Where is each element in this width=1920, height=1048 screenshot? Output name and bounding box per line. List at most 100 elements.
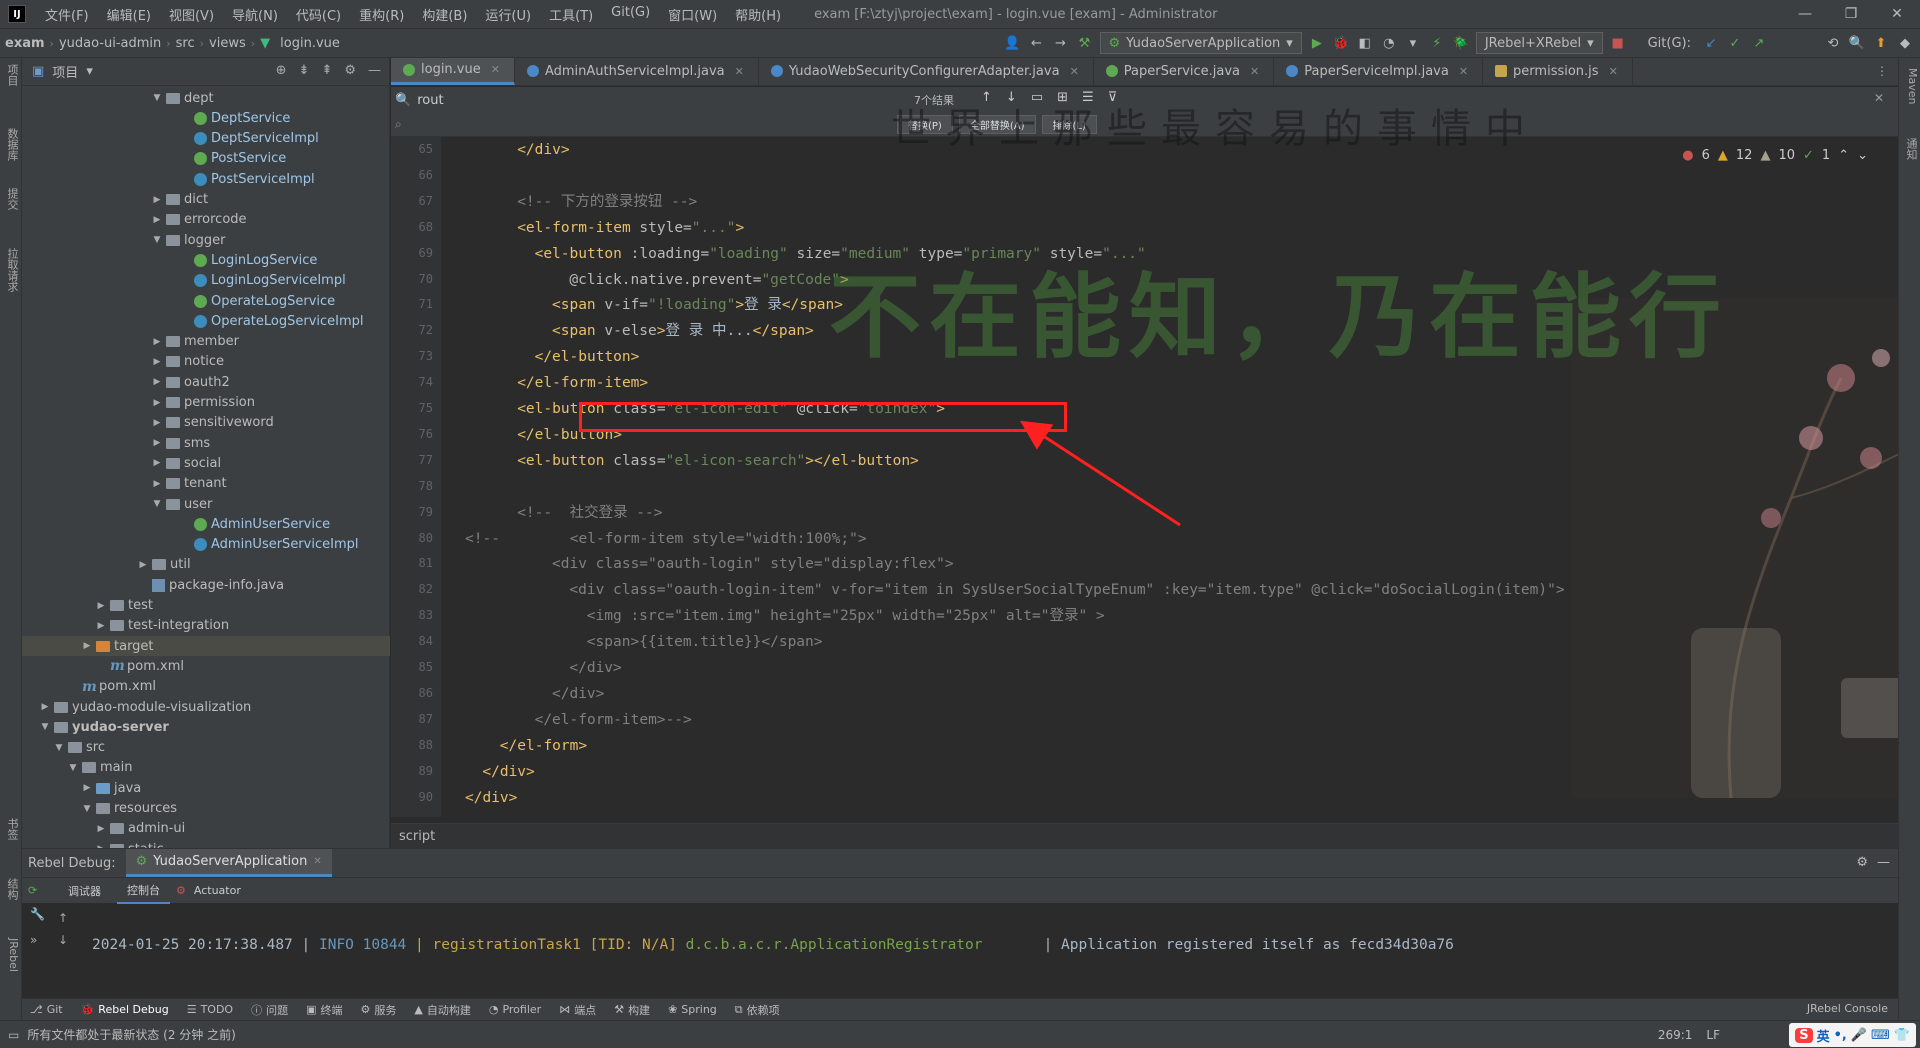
replace-button[interactable]: 替换(P) — [897, 115, 953, 134]
history-icon[interactable]: ⟲ — [1824, 34, 1842, 52]
user-icon[interactable]: 👤 — [1004, 34, 1022, 52]
chevron-right-icon[interactable]: ▶ — [152, 398, 162, 408]
code-line[interactable]: <span>{{item.title}}</span> — [587, 629, 823, 655]
find-input[interactable]: 🔍 rout — [395, 90, 895, 110]
code-line[interactable]: </div> — [569, 655, 621, 681]
code-line[interactable]: </div> — [552, 681, 604, 707]
menu-item[interactable]: 帮助(H) — [726, 5, 790, 24]
bottom-tool-tab[interactable]: ◔ Profiler — [489, 1003, 541, 1016]
tool-tab-maven[interactable]: Maven — [1901, 68, 1919, 104]
tool-tab-database[interactable]: 数据库 — [2, 128, 20, 161]
tree-node[interactable]: ▶ tenant — [22, 474, 227, 494]
tree-node[interactable]: ▼ resources — [22, 799, 177, 819]
menu-item[interactable]: 重构(R) — [350, 5, 413, 24]
tree-node[interactable]: ▶ test — [22, 596, 153, 616]
menu-item[interactable]: 视图(V) — [160, 5, 223, 24]
tree-node[interactable]: ▶ java — [22, 778, 142, 798]
chevron-down-icon[interactable]: ⌄ — [1857, 148, 1868, 163]
collapse-all-icon[interactable]: ⇞ — [321, 63, 332, 78]
chevron-right-icon[interactable]: ▶ — [96, 621, 106, 631]
chevron-down-icon[interactable]: ▾ — [86, 64, 93, 79]
code-line[interactable]: <div class="oauth-login-item" v-for="ite… — [569, 577, 1564, 603]
tree-node[interactable]: ▶ errorcode — [22, 210, 247, 230]
search-icon[interactable]: 🔍 — [1848, 34, 1866, 52]
menu-item[interactable]: 文件(F) — [36, 5, 98, 24]
bottom-tool-tab[interactable]: ❀ Spring — [668, 1003, 717, 1016]
menu-item[interactable]: 导航(N) — [223, 5, 287, 24]
tree-node[interactable]: OperateLogServiceImpl — [22, 311, 364, 331]
code-line[interactable]: <div class="oauth-login" style="display:… — [552, 551, 954, 577]
bottom-tool-tab[interactable]: ▣ 终端 — [306, 1002, 342, 1018]
editor-tab[interactable]: PaperServiceImpl.java ✕ — [1274, 58, 1484, 85]
project-panel-title[interactable]: 项目 — [52, 62, 78, 81]
tree-node[interactable]: ▶ member — [22, 332, 239, 352]
subtab-debugger[interactable]: 调试器 — [58, 878, 111, 904]
tree-node[interactable]: ▶ oauth2 — [22, 372, 230, 392]
tree-node[interactable]: ▶ social — [22, 453, 222, 473]
tree-node[interactable]: ▶ sensitiveword — [22, 413, 274, 433]
close-tab-icon[interactable]: ✕ — [1459, 65, 1468, 78]
close-tab-icon[interactable]: ✕ — [491, 63, 500, 76]
code-line[interactable]: </el-form-item> — [517, 370, 648, 396]
chevron-up-icon[interactable]: ⌃ — [1838, 148, 1849, 163]
tree-node[interactable]: ▶static — [22, 839, 164, 848]
tree-node[interactable]: AdminUserService — [22, 514, 330, 534]
bottom-tool-tab[interactable]: ☰ TODO — [187, 1003, 233, 1016]
wrench-icon[interactable]: 🔧 — [30, 907, 45, 921]
hide-icon[interactable]: — — [368, 63, 381, 78]
menu-item[interactable]: 工具(T) — [540, 5, 602, 24]
subtab-console[interactable]: 控制台 — [117, 878, 170, 904]
tree-node[interactable]: DeptService — [22, 108, 290, 128]
run-icon[interactable]: ▶ — [1308, 34, 1326, 52]
tree-node[interactable]: ▶ admin-ui — [22, 819, 186, 839]
close-icon[interactable]: ✕ — [313, 856, 321, 867]
update-icon[interactable]: ⬆ — [1872, 34, 1890, 52]
chevron-down-icon[interactable]: ▼ — [54, 743, 64, 753]
chevron-right-icon[interactable]: ▶ — [152, 418, 162, 428]
code-line[interactable]: <!-- 社交登录 --> — [517, 500, 662, 526]
breadcrumb-views[interactable]: views — [204, 36, 251, 51]
tree-node[interactable]: ▼ main — [22, 758, 133, 778]
caret-position[interactable]: 269:1 — [1658, 1028, 1693, 1042]
chevron-right-icon[interactable]: ▶ — [152, 479, 162, 489]
tree-node[interactable]: DeptServiceImpl — [22, 129, 319, 149]
debug-session-tab[interactable]: ⚙ YudaoServerApplication ✕ — [125, 849, 332, 877]
menu-item[interactable]: 代码(C) — [287, 5, 350, 24]
coverage-icon[interactable]: ◧ — [1356, 34, 1374, 52]
jrebel-debug-icon[interactable]: 🪲 — [1452, 34, 1470, 52]
tree-node[interactable]: OperateLogService — [22, 291, 335, 311]
chevron-right-icon[interactable]: ▶ — [152, 357, 162, 367]
filter-options-icon[interactable]: ☰ — [1082, 90, 1094, 105]
editor-tab[interactable]: AdminAuthServiceImpl.java ✕ — [515, 58, 759, 85]
close-tab-icon[interactable]: ✕ — [1250, 65, 1259, 78]
close-tab-icon[interactable]: ✕ — [1609, 65, 1618, 78]
breadcrumb-src[interactable]: src — [171, 36, 200, 51]
tool-tab-pull-requests[interactable]: 拉取请求 — [2, 248, 20, 292]
menu-item[interactable]: 运行(U) — [476, 5, 540, 24]
minimize-icon[interactable]: — — [1782, 0, 1828, 28]
replace-input[interactable]: ⌕ — [395, 114, 895, 134]
arrow-up-icon[interactable]: ↑ — [58, 911, 68, 925]
chevron-down-icon[interactable]: ▼ — [68, 763, 78, 773]
filter-icon[interactable]: ⊽ — [1108, 90, 1118, 105]
add-selection-icon[interactable]: ⊞ — [1057, 90, 1068, 105]
code-line[interactable]: @click.native.prevent="getCode"> — [569, 267, 848, 293]
tree-node[interactable]: ▶ permission — [22, 393, 255, 413]
code-line[interactable]: <!-- <el-form-item style="width:100%;"> — [465, 526, 867, 552]
git-push-icon[interactable]: ↗ — [1750, 34, 1768, 52]
close-icon[interactable]: ✕ — [1874, 0, 1920, 28]
tree-node[interactable]: m pom.xml — [22, 656, 184, 676]
code-line[interactable]: </el-button> — [535, 344, 640, 370]
chevron-right-icon[interactable]: ▶ — [96, 824, 106, 834]
status-panel-icon[interactable]: ▭ — [8, 1028, 19, 1042]
bottom-tool-tab[interactable]: ⎇ Git — [30, 1003, 63, 1016]
more-run-icon[interactable]: ▾ — [1404, 34, 1422, 52]
close-tab-icon[interactable]: ✕ — [1070, 65, 1079, 78]
tool-tab-notifications[interactable]: 通知 — [1901, 138, 1919, 160]
subtab-actuator[interactable]: Actuator — [192, 878, 251, 904]
build-hammer-icon[interactable]: ⚒ — [1076, 34, 1094, 52]
locate-icon[interactable]: ⊕ — [276, 63, 287, 78]
tree-node[interactable]: ▼ logger — [22, 230, 226, 250]
tree-node[interactable]: ▶ dict — [22, 190, 209, 210]
exclude-button[interactable]: 排除(L) — [1041, 115, 1097, 134]
